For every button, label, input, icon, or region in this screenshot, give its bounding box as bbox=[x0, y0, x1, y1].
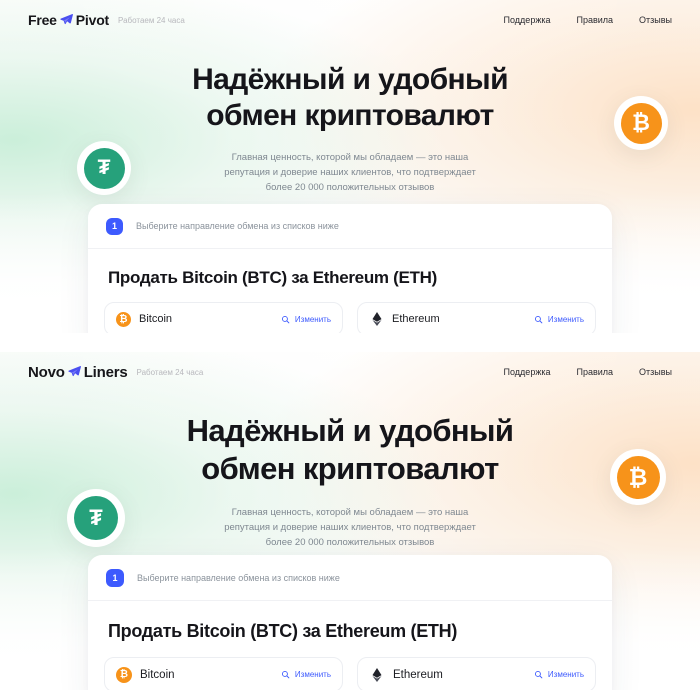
nav-item-reviews[interactable]: Отзывы bbox=[639, 15, 672, 25]
page-title: Надёжный и удобный обмен криптовалют bbox=[0, 62, 700, 134]
nav-item-reviews[interactable]: Отзывы bbox=[639, 367, 672, 377]
tether-badge: ₮ bbox=[77, 141, 131, 195]
site-header: Free Pivot Работаем 24 часа Поддержка Пр… bbox=[0, 0, 700, 40]
page-title: Надёжный и удобный обмен криптовалют bbox=[0, 412, 700, 488]
change-label-to: Изменить bbox=[547, 670, 584, 679]
bitcoin-icon: ₿ bbox=[616, 455, 660, 499]
search-icon bbox=[534, 670, 543, 679]
change-currency-from-button[interactable]: Изменить bbox=[281, 315, 331, 324]
page-title-line-2: обмен криптовалют bbox=[206, 99, 494, 132]
tether-badge: ₮ bbox=[67, 489, 125, 547]
site-header: Novo Liners Работаем 24 часа Поддержка П… bbox=[0, 352, 700, 392]
hero-subtitle: Главная ценность, которой мы обладаем — … bbox=[195, 150, 505, 195]
currency-selectors: ₿ Bitcoin Изменить Ethereum Изменить bbox=[88, 302, 612, 333]
currency-selector-to[interactable]: Ethereum Изменить bbox=[357, 302, 596, 333]
brand-block[interactable]: Novo Liners Работаем 24 часа bbox=[28, 364, 203, 381]
step-number-badge: 1 bbox=[106, 217, 123, 235]
hero-subtitle-line-2: репутация и доверие наших клиентов, что … bbox=[224, 167, 476, 178]
brand-word-first: Free bbox=[28, 12, 57, 28]
exchange-card: 1 Выберите направление обмена из списков… bbox=[88, 555, 612, 690]
site-preview-bottom: Novo Liners Работаем 24 часа Поддержка П… bbox=[0, 352, 700, 690]
currency-name-to: Ethereum bbox=[393, 668, 443, 681]
nav-item-rules[interactable]: Правила bbox=[576, 367, 613, 377]
currency-name-from: Bitcoin bbox=[140, 668, 175, 681]
bitcoin-icon: ₿ bbox=[620, 102, 662, 144]
bitcoin-icon: ₿ bbox=[116, 666, 132, 683]
paper-plane-icon bbox=[67, 364, 82, 379]
step-row: 1 Выберите направление обмена из списков… bbox=[88, 555, 612, 601]
change-label-from: Изменить bbox=[294, 314, 331, 324]
exchange-card: 1 Выберите направление обмена из списков… bbox=[88, 204, 612, 333]
page-title-line-1: Надёжный и удобный bbox=[186, 413, 514, 448]
currency-selector-from[interactable]: ₿ Bitcoin Изменить bbox=[104, 657, 343, 690]
page-title-line-2: обмен криптовалют bbox=[201, 451, 499, 486]
currency-selector-to[interactable]: Ethereum Изменить bbox=[357, 657, 596, 690]
tether-icon: ₮ bbox=[74, 496, 118, 540]
change-currency-to-button[interactable]: Изменить bbox=[534, 315, 584, 324]
screenshot-root: Free Pivot Работаем 24 часа Поддержка Пр… bbox=[0, 0, 700, 690]
hero-subtitle-line-2: репутация и доверие наших клиентов, что … bbox=[224, 522, 476, 533]
search-icon bbox=[281, 670, 290, 679]
paper-plane-icon bbox=[59, 12, 74, 27]
currency-name-to: Ethereum bbox=[392, 313, 440, 325]
brand-word-first: Novo bbox=[28, 363, 65, 381]
bitcoin-badge: ₿ bbox=[610, 449, 666, 505]
brand-word-second: Pivot bbox=[75, 12, 110, 28]
bitcoin-icon: ₿ bbox=[116, 311, 131, 327]
bitcoin-badge: ₿ bbox=[614, 96, 668, 150]
exchange-pair-title: Продать Bitcoin (BTC) за Ethereum (ETH) bbox=[108, 268, 437, 287]
tether-icon: ₮ bbox=[83, 147, 125, 189]
step-instruction-text: Выберите направление обмена из списков н… bbox=[136, 221, 339, 231]
search-icon bbox=[281, 315, 290, 324]
panel-divider bbox=[0, 333, 700, 352]
nav-item-support[interactable]: Поддержка bbox=[504, 367, 551, 377]
main-nav: Поддержка Правила Отзывы bbox=[504, 367, 672, 377]
change-currency-to-button[interactable]: Изменить bbox=[534, 670, 584, 679]
brand-logo[interactable]: Free Pivot bbox=[28, 12, 109, 28]
header-tagline: Работаем 24 часа bbox=[136, 367, 204, 377]
brand-word-second: Liners bbox=[83, 363, 128, 381]
nav-item-rules[interactable]: Правила bbox=[576, 15, 613, 25]
exchange-pair-title: Продать Bitcoin (BTC) за Ethereum (ETH) bbox=[108, 621, 458, 641]
change-currency-from-button[interactable]: Изменить bbox=[281, 670, 331, 679]
search-icon bbox=[534, 315, 543, 324]
main-nav: Поддержка Правила Отзывы bbox=[504, 15, 672, 25]
currency-selector-from[interactable]: ₿ Bitcoin Изменить bbox=[104, 302, 343, 333]
brand-logo[interactable]: Novo Liners bbox=[28, 364, 128, 381]
ethereum-icon bbox=[369, 312, 384, 327]
hero-subtitle: Главная ценность, которой мы обладаем — … bbox=[193, 505, 508, 550]
hero-subtitle-line-1: Главная ценность, которой мы обладаем — … bbox=[231, 152, 469, 163]
change-label-from: Изменить bbox=[294, 670, 331, 679]
site-preview-top: Free Pivot Работаем 24 часа Поддержка Пр… bbox=[0, 0, 700, 333]
currency-selectors: ₿ Bitcoin Изменить Ethereum Изменить bbox=[88, 657, 612, 690]
step-number-badge: 1 bbox=[106, 568, 124, 587]
hero-subtitle-line-1: Главная ценность, которой мы обладаем — … bbox=[231, 507, 469, 518]
brand-block[interactable]: Free Pivot Работаем 24 часа bbox=[28, 12, 185, 28]
header-tagline: Работаем 24 часа bbox=[118, 15, 185, 25]
ethereum-icon bbox=[369, 667, 385, 683]
step-instruction-text: Выберите направление обмена из списков н… bbox=[137, 572, 340, 583]
step-row: 1 Выберите направление обмена из списков… bbox=[88, 204, 612, 249]
hero-subtitle-line-3: более 20 000 положительных отзывов bbox=[265, 182, 435, 193]
page-title-line-1: Надёжный и удобный bbox=[192, 63, 508, 96]
currency-name-from: Bitcoin bbox=[139, 313, 173, 325]
change-label-to: Изменить bbox=[547, 314, 584, 324]
nav-item-support[interactable]: Поддержка bbox=[504, 15, 551, 25]
hero-subtitle-line-3: более 20 000 положительных отзывов bbox=[265, 537, 435, 548]
